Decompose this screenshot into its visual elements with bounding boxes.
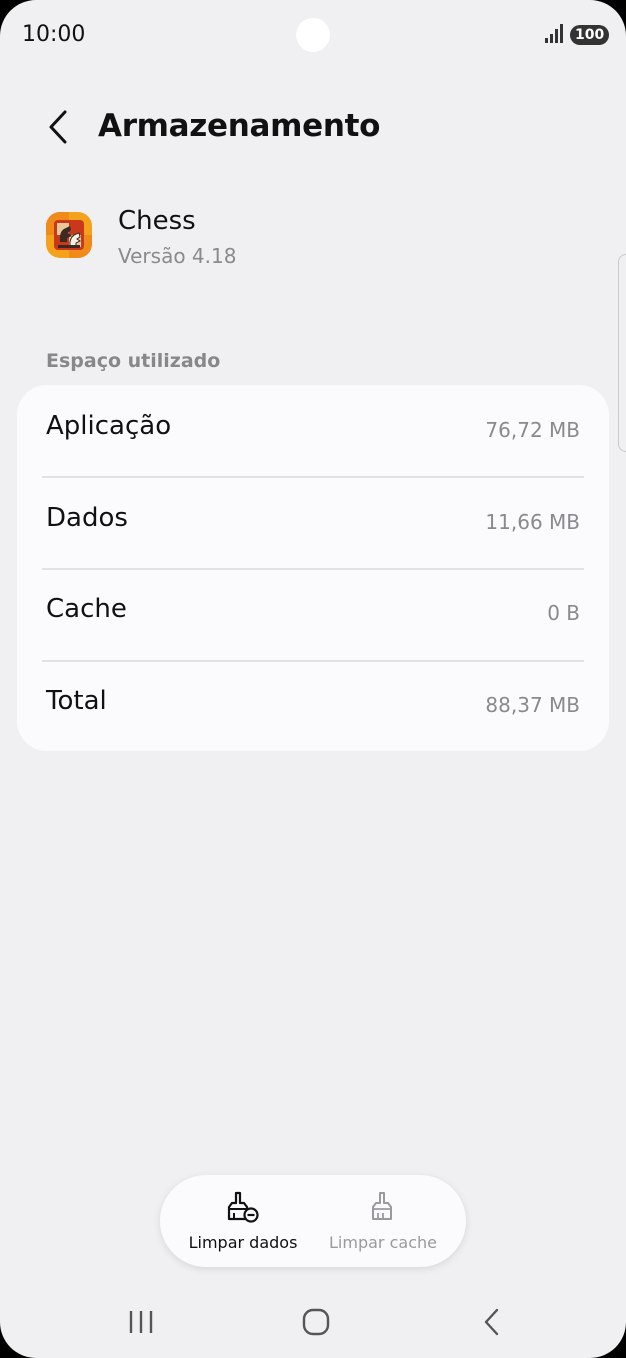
back-button[interactable]	[38, 104, 78, 150]
row-label: Total	[46, 686, 107, 716]
storage-row-application: Aplicação 76,72 MB	[17, 385, 609, 476]
chess-app-icon	[46, 212, 92, 258]
row-value: 11,66 MB	[485, 510, 580, 534]
storage-row-total: Total 88,37 MB	[17, 660, 609, 751]
storage-card: Aplicação 76,72 MB Dados 11,66 MB Cache …	[17, 385, 609, 751]
clear-cache-button[interactable]: Limpar cache	[308, 1175, 458, 1267]
row-label: Cache	[46, 594, 127, 624]
edge-panel-handle[interactable]	[618, 254, 626, 452]
app-version: Versão 4.18	[118, 244, 237, 268]
page-title: Armazenamento	[98, 108, 381, 144]
nav-back-button[interactable]	[462, 1300, 522, 1344]
recents-button[interactable]	[111, 1300, 171, 1344]
app-name: Chess	[118, 206, 196, 236]
camera-cutout	[296, 18, 330, 52]
row-label: Dados	[46, 503, 128, 533]
bottom-action-bar: Limpar dados Limpar cache	[160, 1175, 466, 1267]
clear-cache-label: Limpar cache	[329, 1233, 437, 1252]
home-icon	[302, 1308, 330, 1336]
clear-data-button[interactable]: Limpar dados	[168, 1175, 318, 1267]
storage-row-data: Dados 11,66 MB	[17, 477, 609, 568]
back-icon	[484, 1308, 499, 1336]
row-value: 76,72 MB	[485, 418, 580, 442]
recents-icon	[129, 1311, 153, 1333]
broom-icon	[372, 1192, 392, 1220]
row-value: 0 B	[547, 601, 580, 625]
section-label: Espaço utilizado	[46, 350, 221, 372]
chevron-left-icon	[49, 110, 67, 144]
row-value: 88,37 MB	[485, 693, 580, 717]
broom-clear-icon	[227, 1191, 259, 1223]
battery-indicator: 100	[570, 25, 610, 45]
clear-data-label: Limpar dados	[188, 1233, 298, 1252]
storage-row-cache: Cache 0 B	[17, 568, 609, 659]
signal-icon	[545, 24, 563, 43]
home-button[interactable]	[286, 1300, 346, 1344]
row-label: Aplicação	[46, 411, 172, 441]
screen: 10:00 100 Armazenamento Chess Versão 4.1…	[0, 0, 626, 1358]
status-time: 10:00	[22, 22, 86, 47]
